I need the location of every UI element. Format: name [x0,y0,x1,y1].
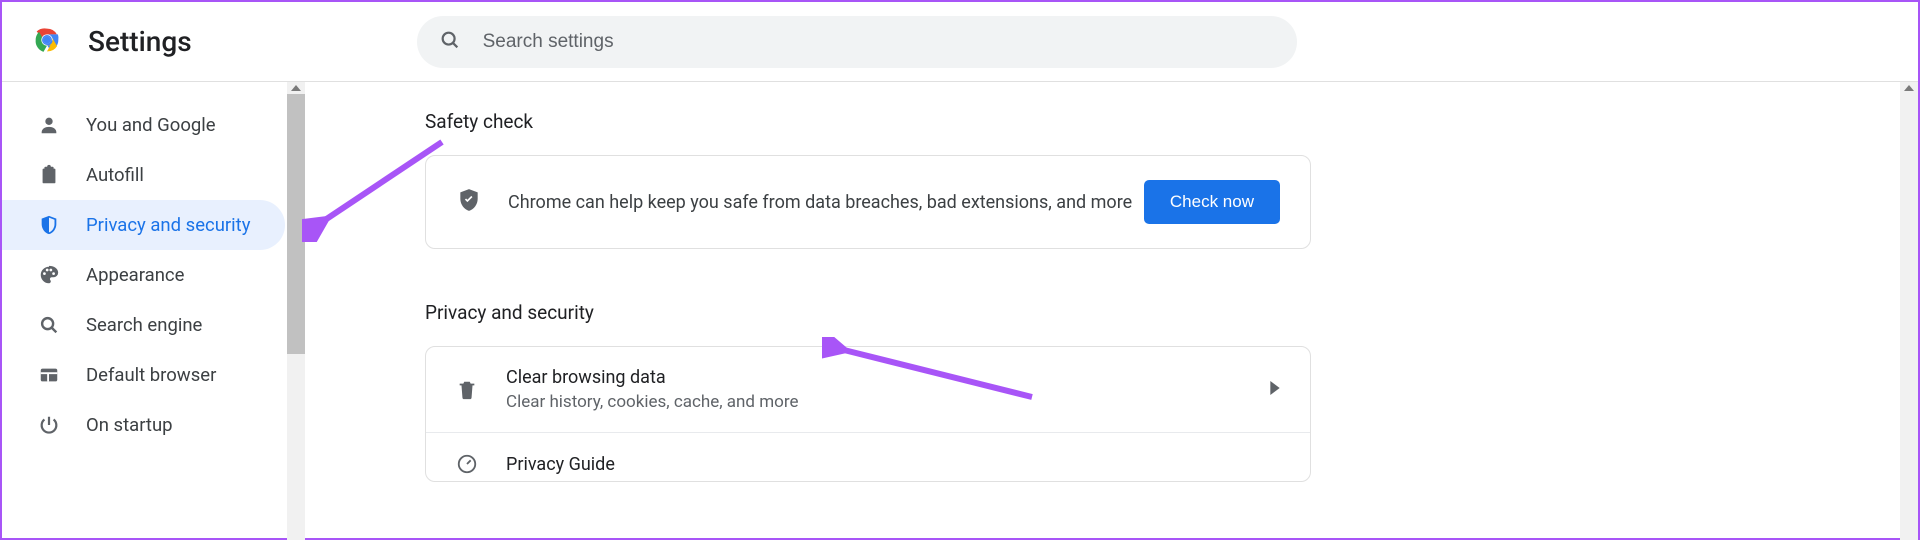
sidebar-item-appearance[interactable]: Appearance [2,250,285,300]
palette-icon [38,264,64,286]
scroll-up-icon [1904,85,1914,91]
safety-check-text: Chrome can help keep you safe from data … [508,192,1144,213]
scroll-up-icon [291,85,301,91]
sidebar-item-label: Privacy and security [86,214,250,236]
sidebar-item-label: Search engine [86,314,202,336]
search-icon [439,29,461,55]
sidebar-item-you-and-google[interactable]: You and Google [2,100,285,150]
gauge-icon [456,453,480,475]
sidebar-item-label: Appearance [86,264,184,286]
row-subtitle: Clear history, cookies, cache, and more [506,392,1270,412]
shield-icon [38,214,64,236]
search-input[interactable] [483,31,1275,53]
row-title: Clear browsing data [506,367,1270,388]
safety-check-heading: Safety check [425,110,1918,133]
sidebar-item-label: Autofill [86,164,144,186]
sidebar-item-search-engine[interactable]: Search engine [2,300,285,350]
search-icon [38,314,64,336]
safety-check-card: Chrome can help keep you safe from data … [425,155,1311,249]
browser-icon [38,364,64,386]
sidebar-item-autofill[interactable]: Autofill [2,150,285,200]
content-scrollbar[interactable] [1900,82,1918,540]
chrome-logo-icon [30,23,88,61]
person-icon [38,114,64,136]
sidebar-scrollbar[interactable] [287,82,305,540]
privacy-security-card: Clear browsing data Clear history, cooki… [425,346,1311,482]
sidebar-item-default-browser[interactable]: Default browser [2,350,285,400]
content-area: Safety check Chrome can help keep you sa… [305,82,1918,540]
privacy-security-heading: Privacy and security [425,301,1918,324]
sidebar-item-privacy-security[interactable]: Privacy and security [2,200,285,250]
clipboard-icon [38,164,64,186]
search-box[interactable] [417,16,1297,68]
row-title: Privacy Guide [506,454,1280,475]
page-title: Settings [88,25,192,58]
chevron-right-icon [1270,380,1280,399]
scroll-thumb[interactable] [287,94,305,354]
trash-icon [456,379,480,401]
sidebar: You and Google Autofill Privacy and secu… [2,82,305,540]
shield-check-icon [456,187,482,217]
power-icon [38,414,64,436]
sidebar-item-label: You and Google [86,114,216,136]
clear-browsing-data-row[interactable]: Clear browsing data Clear history, cooki… [426,347,1310,433]
header: Settings [2,2,1918,82]
sidebar-item-label: On startup [86,414,173,436]
check-now-button[interactable]: Check now [1144,180,1280,224]
sidebar-item-label: Default browser [86,364,216,386]
sidebar-item-on-startup[interactable]: On startup [2,400,285,450]
privacy-guide-row[interactable]: Privacy Guide [426,433,1310,481]
